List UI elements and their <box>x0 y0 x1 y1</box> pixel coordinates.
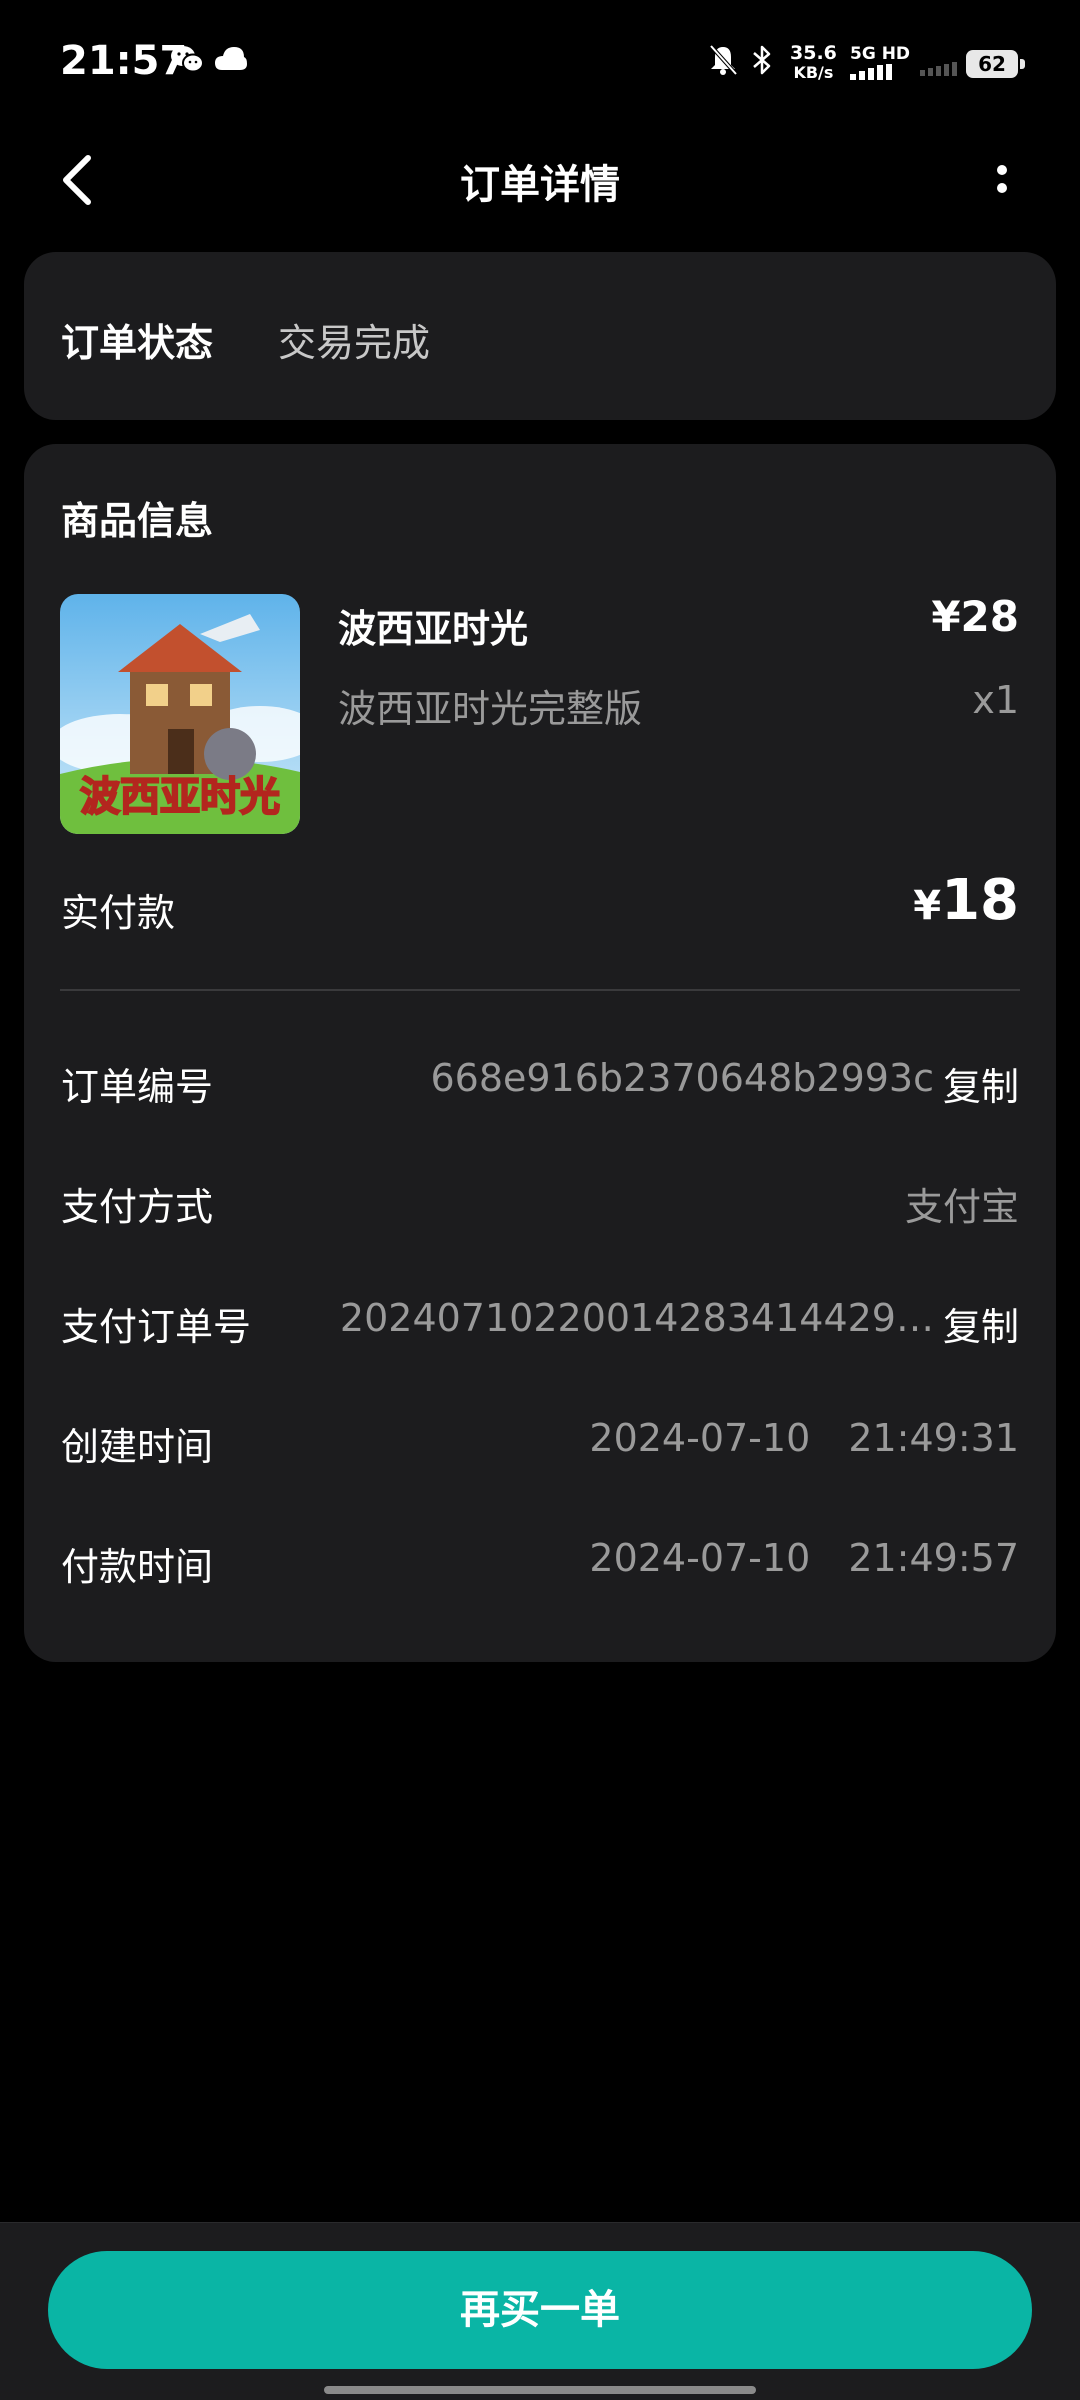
signal-icon <box>850 64 892 80</box>
payment-method-label: 支付方式 <box>61 1185 214 1229</box>
product-info-card: 商品信息 波西亚时光 波西亚时光 ¥28 波西亚时光完整版 x1 实付款 ¥18… <box>24 444 1056 1662</box>
product-description: 波西亚时光完整版 <box>338 687 643 731</box>
paid-amount-number: 18 <box>941 868 1019 933</box>
order-number-value: 668e916b2370648b2993c <box>430 1056 934 1100</box>
order-number-row: 订单编号 668e916b2370648b2993c 复制 <box>24 1048 1056 1111</box>
status-time: 21:57 <box>60 38 188 84</box>
copy-order-number-button[interactable]: 复制 <box>943 1056 1019 1111</box>
payment-method-value: 支付宝 <box>904 1185 1019 1229</box>
more-vertical-icon <box>997 165 1007 193</box>
wechat-icon <box>171 46 204 73</box>
paid-amount-value: ¥18 <box>913 868 1019 933</box>
mute-bell-icon <box>709 44 738 76</box>
created-time-label: 创建时间 <box>61 1425 214 1469</box>
created-time-row: 创建时间 2024-07-10 21:49:31 <box>24 1408 1056 1469</box>
copy-payment-order-number-button[interactable]: 复制 <box>943 1296 1019 1351</box>
status-bar: 21:57 35.6 KB/s 5G HD 62 <box>0 0 1080 128</box>
product-name: 波西亚时光 <box>338 607 529 651</box>
signal-icon-secondary <box>920 62 957 76</box>
product-price: ¥28 <box>931 592 1019 641</box>
product-thumbnail[interactable]: 波西亚时光 <box>60 594 300 834</box>
order-status-value: 交易完成 <box>278 321 431 365</box>
payment-time-value: 2024-07-10 21:49:57 <box>589 1536 1019 1580</box>
product-quantity: x1 <box>972 678 1019 722</box>
home-indicator[interactable] <box>324 2386 756 2394</box>
payment-method-row: 支付方式 支付宝 <box>24 1168 1056 1229</box>
more-options-button[interactable] <box>980 150 1024 210</box>
payment-order-number-row: 支付订单号 20240710220014283414429… 复制 <box>24 1288 1056 1351</box>
order-status-card: 订单状态 交易完成 <box>24 252 1056 420</box>
divider <box>60 989 1020 991</box>
page-title: 订单详情 <box>460 162 620 208</box>
paid-amount-label: 实付款 <box>61 891 176 935</box>
network-type: 5G HD <box>850 44 910 85</box>
payment-order-number-value: 20240710220014283414429… <box>339 1296 934 1340</box>
bottom-action-bar: 再买一单 <box>0 2222 1080 2400</box>
battery-icon: 62 <box>966 50 1025 78</box>
section-title: 商品信息 <box>61 499 214 543</box>
payment-time-label: 付款时间 <box>61 1545 214 1589</box>
bluetooth-icon <box>753 45 771 75</box>
order-detail-screen: 21:57 35.6 KB/s 5G HD 62 订单详情 订单状态 交易完成 … <box>0 0 1080 2400</box>
payment-order-number-label: 支付订单号 <box>61 1305 252 1349</box>
order-number-label: 订单编号 <box>61 1065 214 1109</box>
top-app-bar: 订单详情 <box>0 128 1080 228</box>
created-time-value: 2024-07-10 21:49:31 <box>589 1416 1019 1460</box>
currency-symbol: ¥ <box>913 883 942 929</box>
thumbnail-title-logo: 波西亚时光 <box>79 773 281 821</box>
buy-again-button[interactable]: 再买一单 <box>48 2251 1032 2369</box>
net-speed: 35.6 KB/s <box>790 42 837 83</box>
cloud-icon <box>215 47 247 70</box>
payment-time-row: 付款时间 2024-07-10 21:49:57 <box>24 1528 1056 1589</box>
order-status-label: 订单状态 <box>61 321 214 365</box>
